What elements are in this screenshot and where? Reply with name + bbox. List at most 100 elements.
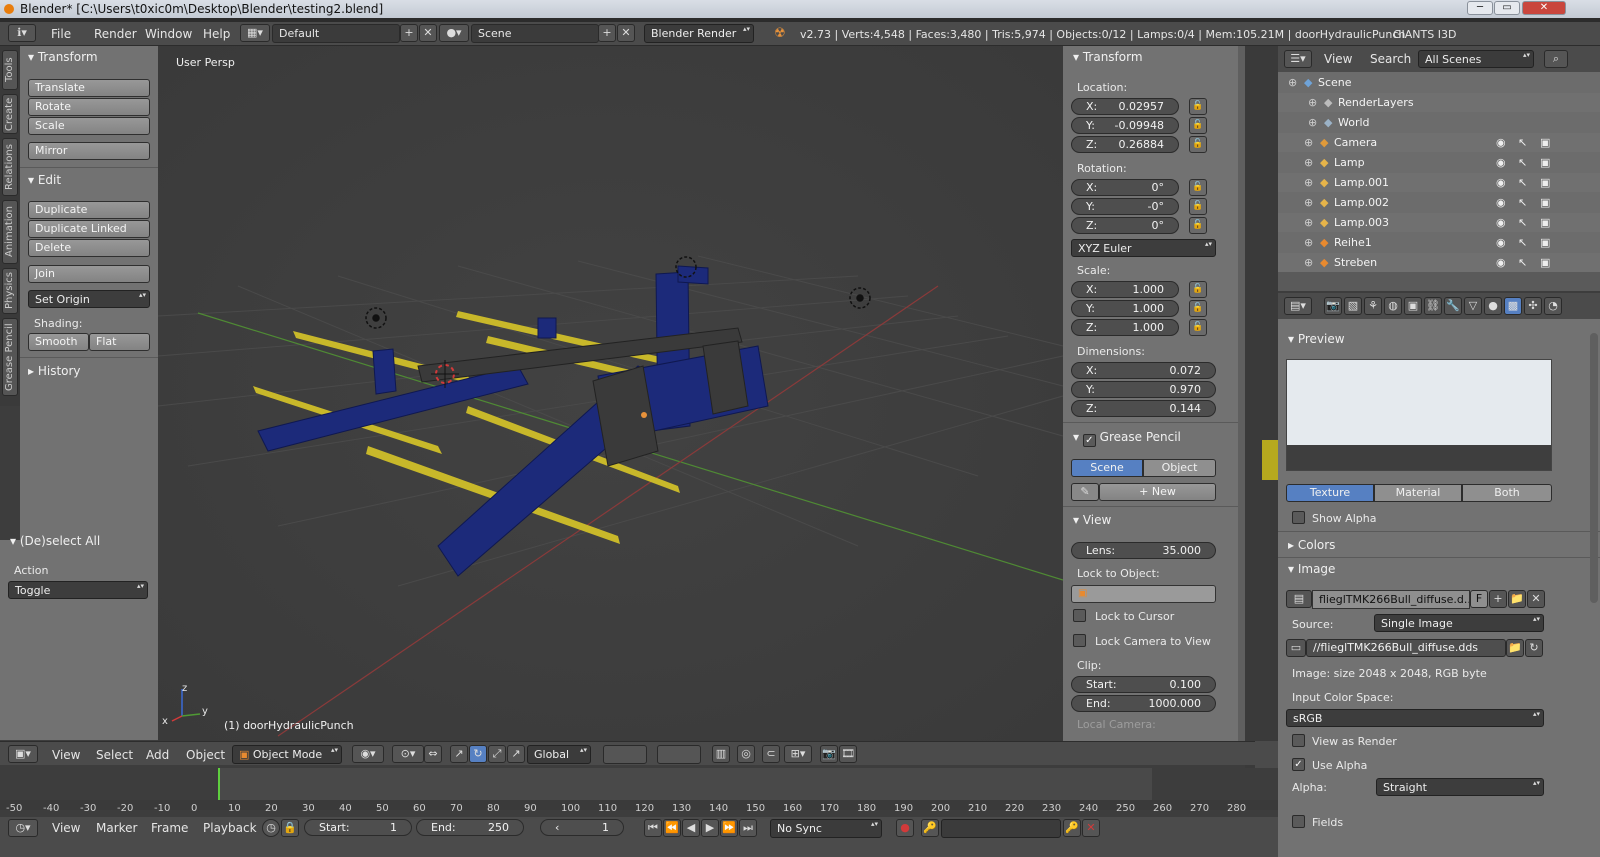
- set-origin-select[interactable]: Set Origin: [28, 290, 150, 308]
- scale-z-field[interactable]: Z: 1.000: [1071, 319, 1179, 336]
- outliner-editor-icon[interactable]: ☰▾: [1284, 50, 1312, 68]
- properties-scrollbar[interactable]: [1590, 333, 1598, 603]
- outliner-row[interactable]: ⊕ ◆ Lamp.003 ◉ ↖ ▣: [1278, 213, 1600, 232]
- translate-button[interactable]: Translate: [28, 79, 150, 97]
- lock-object-field[interactable]: ▣: [1071, 585, 1216, 603]
- lock-icon[interactable]: 🔓: [1189, 300, 1207, 317]
- lock-icon[interactable]: 🔓: [1189, 217, 1207, 234]
- frame-menu[interactable]: Frame: [151, 821, 188, 835]
- mode-select[interactable]: ▣ Object Mode: [232, 745, 342, 764]
- pivot-point-icon[interactable]: ⊙▾: [392, 745, 424, 763]
- rotation-x-field[interactable]: X: 0°: [1071, 179, 1179, 196]
- fields-checkbox[interactable]: [1292, 815, 1305, 828]
- info-editor-icon[interactable]: ℹ▾: [8, 24, 36, 42]
- show-alpha-checkbox[interactable]: [1292, 511, 1305, 524]
- expand-icon[interactable]: ⊕: [1304, 153, 1313, 172]
- use-alpha-checkbox[interactable]: ✓: [1292, 758, 1305, 771]
- marker-menu[interactable]: Marker: [96, 821, 137, 835]
- render-icon[interactable]: ▣: [1540, 233, 1550, 252]
- image-filepath-field[interactable]: //flieglTMK266Bull_diffuse.dds: [1306, 639, 1506, 657]
- render-icon[interactable]: ▣: [1540, 213, 1550, 232]
- texture-tab-icon[interactable]: ▩: [1504, 297, 1522, 315]
- render-engine-select[interactable]: Blender Render: [644, 24, 754, 43]
- layer-buttons[interactable]: [603, 745, 647, 764]
- flat-button[interactable]: Flat: [89, 333, 150, 351]
- lock-layers-icon[interactable]: ▥: [712, 745, 730, 763]
- jump-start-icon[interactable]: ⏮: [644, 819, 662, 837]
- tab-grease-pencil[interactable]: Grease Pencil: [2, 318, 18, 396]
- proportional-edit-icon[interactable]: ◎: [737, 745, 755, 763]
- expand-icon[interactable]: ⊕: [1304, 193, 1313, 212]
- material-tab-icon[interactable]: ●: [1484, 297, 1502, 315]
- history-panel-title[interactable]: ▸ History: [28, 364, 81, 378]
- physics-tab-icon[interactable]: ◔: [1544, 297, 1562, 315]
- eye-icon[interactable]: ◉: [1496, 233, 1506, 252]
- world-tab-icon[interactable]: ◍: [1384, 297, 1402, 315]
- smooth-button[interactable]: Smooth: [28, 333, 89, 351]
- edit-panel-title[interactable]: ▾ Edit: [28, 173, 61, 187]
- scene-field[interactable]: Scene: [471, 24, 599, 43]
- preview-range-icon[interactable]: ◷: [262, 819, 280, 837]
- viewport-shading-icon[interactable]: ◉▾: [352, 745, 384, 763]
- current-frame-field[interactable]: ‹ 1: [540, 819, 624, 836]
- rotate-manipulator-icon[interactable]: ↻: [469, 745, 487, 763]
- lock-range-icon[interactable]: 🔒: [281, 819, 299, 837]
- tab-create[interactable]: Create: [2, 94, 18, 134]
- preview-texture-toggle[interactable]: Texture: [1286, 484, 1374, 502]
- expand-icon[interactable]: ⊕: [1304, 213, 1313, 232]
- start-frame-field[interactable]: Start: 1: [304, 819, 412, 836]
- tab-tools[interactable]: Tools: [2, 50, 18, 90]
- lock-cursor-checkbox[interactable]: [1073, 609, 1086, 622]
- gp-scene-toggle[interactable]: Scene: [1071, 459, 1143, 477]
- location-y-field[interactable]: Y: -0.09948: [1071, 117, 1179, 134]
- outliner-row[interactable]: ⊕ ◆ Reihe1 ◉ ↖ ▣: [1278, 233, 1600, 252]
- render-layers-tab-icon[interactable]: ▧: [1344, 297, 1362, 315]
- screen-layout-icon[interactable]: ▦▾: [240, 24, 270, 42]
- outliner-row[interactable]: ⊕ ◆ Lamp.002 ◉ ↖ ▣: [1278, 193, 1600, 212]
- select-menu[interactable]: Select: [96, 748, 133, 762]
- image-panel-title[interactable]: ▾ Image: [1288, 562, 1335, 576]
- expand-icon[interactable]: ⊕: [1288, 73, 1297, 92]
- cursor-icon[interactable]: ↖: [1518, 133, 1527, 152]
- lock-icon[interactable]: 🔓: [1189, 319, 1207, 336]
- outliner-row[interactable]: ⊕ ◆ RenderLayers: [1278, 93, 1600, 112]
- timeline-editor-icon[interactable]: ◷▾: [8, 819, 38, 837]
- action-select[interactable]: Toggle: [8, 581, 148, 599]
- expand-icon[interactable]: ⊕: [1308, 113, 1317, 132]
- play-reverse-icon[interactable]: ◀: [682, 819, 700, 837]
- search-icon[interactable]: ⌕: [1544, 50, 1568, 68]
- location-x-field[interactable]: X: 0.02957: [1071, 98, 1179, 115]
- remove-scene-icon[interactable]: ✕: [617, 24, 635, 42]
- rotate-button[interactable]: Rotate: [28, 98, 150, 116]
- opengl-anim-icon[interactable]: 🎞: [839, 745, 857, 763]
- expand-icon[interactable]: ⊕: [1308, 93, 1317, 112]
- insert-keyframe-icon[interactable]: 🔑: [1063, 819, 1081, 837]
- modifiers-tab-icon[interactable]: 🔧: [1444, 297, 1462, 315]
- scene-tab-icon[interactable]: ⚘: [1364, 297, 1382, 315]
- grease-pencil-checkbox[interactable]: ✓: [1082, 434, 1096, 447]
- fake-user-button[interactable]: F: [1470, 590, 1488, 608]
- playback-menu[interactable]: Playback: [203, 821, 257, 835]
- dimension-z-field[interactable]: Z: 0.144: [1071, 400, 1216, 417]
- grease-pencil-panel-title[interactable]: ▾ ✓ Grease Pencil: [1073, 430, 1181, 447]
- cursor-icon[interactable]: ↖: [1518, 213, 1527, 232]
- clip-start-field[interactable]: Start: 0.100: [1071, 676, 1216, 693]
- view-panel-title[interactable]: ▾ View: [1073, 513, 1111, 527]
- operator-title[interactable]: ▾ (De)select All: [10, 534, 100, 548]
- color-space-select[interactable]: sRGB: [1286, 709, 1544, 727]
- eye-icon[interactable]: ◉: [1496, 153, 1506, 172]
- play-icon[interactable]: ▶: [701, 819, 719, 837]
- preview-panel-title[interactable]: ▾ Preview: [1288, 332, 1345, 346]
- translate-manipulator-icon[interactable]: ↗: [450, 745, 468, 763]
- lock-icon[interactable]: 🔓: [1189, 281, 1207, 298]
- cursor-icon[interactable]: ↖: [1518, 233, 1527, 252]
- menu-window[interactable]: Window: [145, 27, 192, 41]
- reload-icon[interactable]: ↻: [1525, 639, 1543, 657]
- tab-animation[interactable]: Animation: [2, 200, 18, 264]
- preview-both-toggle[interactable]: Both: [1462, 484, 1552, 502]
- preview-material-toggle[interactable]: Material: [1374, 484, 1462, 502]
- cursor-icon[interactable]: ↖: [1518, 153, 1527, 172]
- 3d-editor-icon[interactable]: ▣▾: [8, 745, 38, 763]
- open-image-icon[interactable]: 📁: [1508, 590, 1526, 608]
- mirror-button[interactable]: Mirror: [28, 142, 150, 160]
